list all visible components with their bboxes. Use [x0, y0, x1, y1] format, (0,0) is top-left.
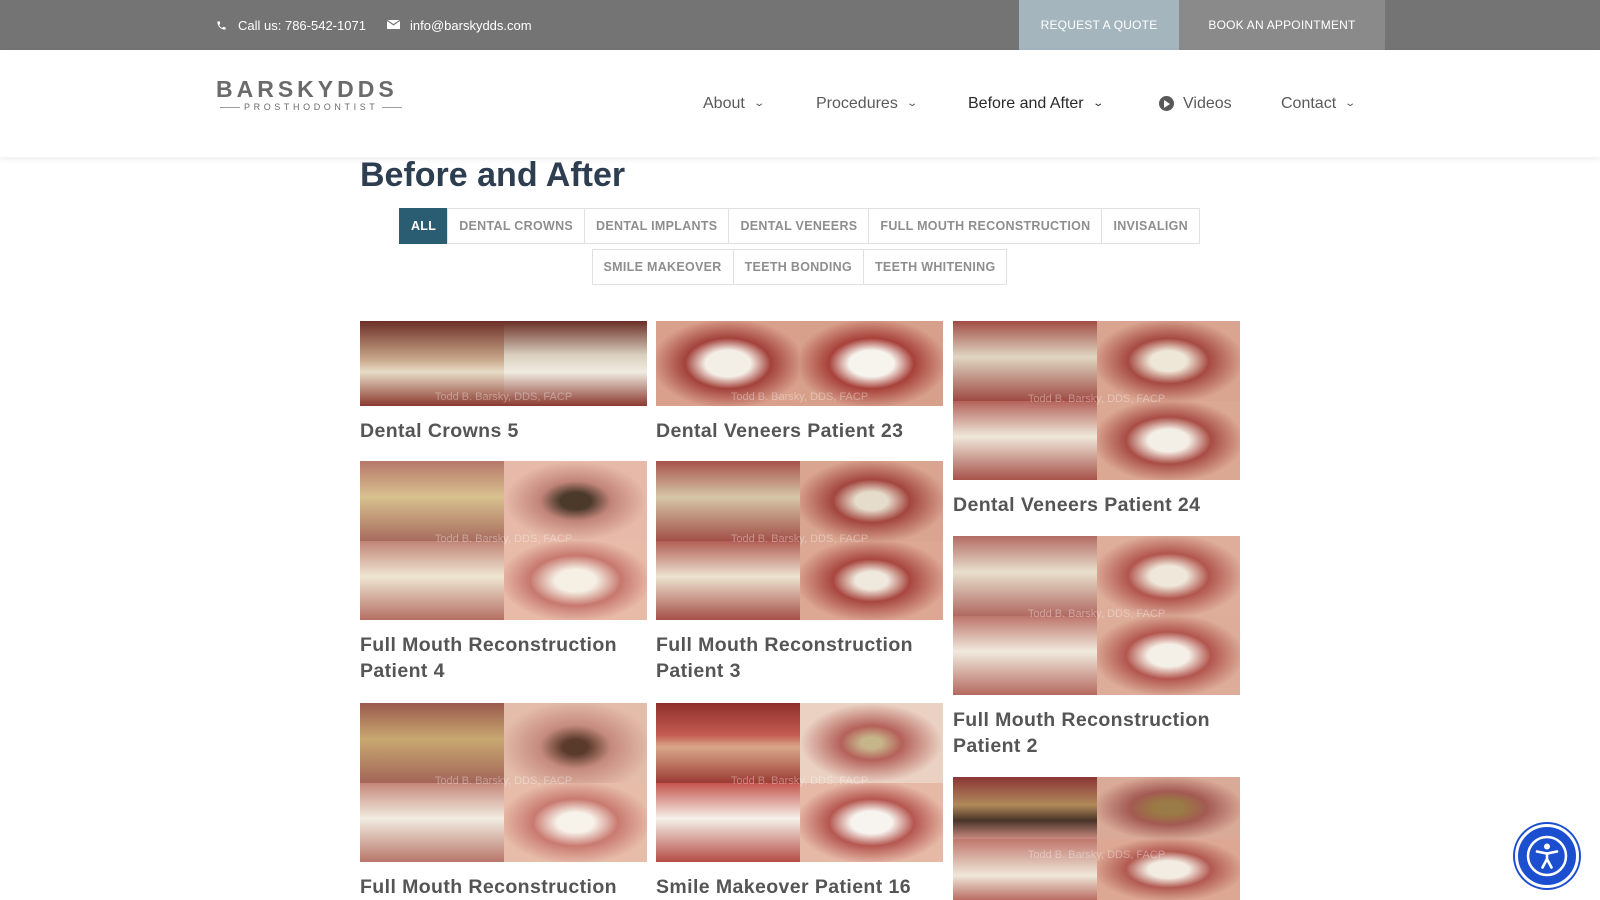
gallery-item-title[interactable]: Smile Makeover Patient 16 [656, 874, 943, 900]
nav-before-after-label: Before and After [968, 94, 1084, 112]
before-after-image[interactable]: Todd B. Barsky, DDS, FACP [360, 703, 647, 862]
gallery-card[interactable]: Todd B. Barsky, DDS, FACP Full Mouth Rec… [656, 461, 943, 684]
nav-contact[interactable]: Contact ⌄ [1281, 50, 1357, 157]
logo-rule-left [220, 106, 240, 108]
filter-dental-implants[interactable]: DENTAL IMPLANTS [584, 208, 730, 244]
before-after-image[interactable]: Todd B. Barsky, DDS, FACP [656, 703, 943, 862]
nav-contact-label: Contact [1281, 94, 1337, 112]
gallery-item-title[interactable]: Full Mouth Reconstruction [360, 874, 647, 900]
gallery-card[interactable]: Todd B. Barsky, DDS, FACP Dental Veneers… [656, 321, 943, 444]
nav-videos-label: Videos [1183, 94, 1232, 112]
play-icon [1159, 96, 1174, 111]
gallery-item-title[interactable]: Full Mouth Reconstruction Patient 4 [360, 632, 647, 684]
gallery-card[interactable]: Todd B. Barsky, DDS, FACP Smile Makeover… [656, 703, 943, 900]
nav-before-after[interactable]: Before and After ⌄ [968, 50, 1104, 157]
filter-full-mouth-reconstruction[interactable]: FULL MOUTH RECONSTRUCTION [868, 208, 1103, 244]
chevron-down-icon: ⌄ [1344, 98, 1357, 109]
gallery-item-title[interactable]: Full Mouth Reconstruction Patient 2 [953, 707, 1240, 759]
filter-dental-veneers[interactable]: DENTAL VENEERS [728, 208, 870, 244]
phone-icon [214, 18, 228, 32]
nav-about[interactable]: About ⌄ [703, 50, 765, 157]
email-link[interactable]: info@barskydds.com [386, 0, 532, 50]
page-title: Before and After [360, 156, 626, 194]
filter-smile-makeover[interactable]: SMILE MAKEOVER [591, 249, 734, 285]
gallery-card[interactable]: Todd B. Barsky, DDS, FACP Dental Veneers… [953, 321, 1240, 518]
filter-dental-crowns[interactable]: DENTAL CROWNS [447, 208, 586, 244]
gallery-card[interactable]: Todd B. Barsky, DDS, FACP Full Mouth Rec… [953, 536, 1240, 759]
main-header: BARSKYDDS PROSTHODONTIST About ⌄ Procedu… [0, 50, 1600, 157]
gallery-card[interactable]: Todd B. Barsky, DDS, FACP Full Mouth Rec… [360, 461, 647, 684]
filter-teeth-whitening[interactable]: TEETH WHITENING [863, 249, 1008, 285]
before-after-image[interactable]: Todd B. Barsky, DDS, FACP [953, 536, 1240, 695]
gallery-card[interactable]: Todd B. Barsky, DDS, FACP Full Mouth Rec… [360, 703, 647, 900]
envelope-icon [386, 18, 400, 32]
gallery-item-title[interactable]: Dental Crowns 5 [360, 418, 647, 444]
top-bar: Call us: 786-542-1071 info@barskydds.com… [0, 0, 1600, 50]
nav-videos[interactable]: Videos [1159, 50, 1232, 157]
gallery-item-title[interactable]: Dental Veneers Patient 23 [656, 418, 943, 444]
filter-row-2: SMILE MAKEOVER TEETH BONDING TEETH WHITE… [0, 249, 1600, 285]
before-after-image[interactable]: Todd B. Barsky, DDS, FACP [656, 461, 943, 620]
accessibility-icon [1526, 835, 1568, 877]
site-logo[interactable]: BARSKYDDS PROSTHODONTIST [216, 76, 418, 112]
gallery-item-title[interactable]: Dental Veneers Patient 24 [953, 492, 1240, 518]
email-text: info@barskydds.com [410, 17, 532, 33]
nav-procedures-label: Procedures [816, 94, 898, 112]
book-appointment-button[interactable]: BOOK AN APPOINTMENT [1179, 0, 1385, 50]
before-after-image[interactable]: Todd B. Barsky, DDS, FACP [953, 777, 1240, 900]
logo-tagline: PROSTHODONTIST [244, 102, 379, 112]
chevron-down-icon: ⌄ [906, 98, 918, 109]
gallery-card[interactable]: Todd B. Barsky, DDS, FACP [953, 777, 1240, 900]
nav-procedures[interactable]: Procedures ⌄ [816, 50, 918, 157]
chevron-down-icon: ⌄ [753, 98, 765, 109]
filter-invisalign[interactable]: INVISALIGN [1101, 208, 1200, 244]
gallery-item-title[interactable]: Full Mouth Reconstruction Patient 3 [656, 632, 943, 684]
filter-all[interactable]: ALL [398, 208, 449, 244]
before-after-image[interactable]: Todd B. Barsky, DDS, FACP [360, 321, 647, 406]
before-after-image[interactable]: Todd B. Barsky, DDS, FACP [953, 321, 1240, 480]
phone-text: Call us: 786-542-1071 [238, 17, 366, 33]
logo-rule-right [382, 106, 403, 108]
filter-teeth-bonding[interactable]: TEETH BONDING [732, 249, 864, 285]
phone-link[interactable]: Call us: 786-542-1071 [214, 0, 366, 50]
chevron-down-icon: ⌄ [1091, 98, 1104, 109]
accessibility-button[interactable] [1515, 824, 1579, 888]
before-after-image[interactable]: Todd B. Barsky, DDS, FACP [360, 461, 647, 620]
nav-about-label: About [703, 94, 745, 112]
gallery-card[interactable]: Todd B. Barsky, DDS, FACP Dental Crowns … [360, 321, 647, 444]
logo-name: BARSKYDDS [216, 76, 398, 102]
request-quote-button[interactable]: REQUEST A QUOTE [1019, 0, 1179, 50]
filter-row-1: ALL DENTAL CROWNS DENTAL IMPLANTS DENTAL… [0, 208, 1600, 244]
before-after-image[interactable]: Todd B. Barsky, DDS, FACP [656, 321, 943, 406]
